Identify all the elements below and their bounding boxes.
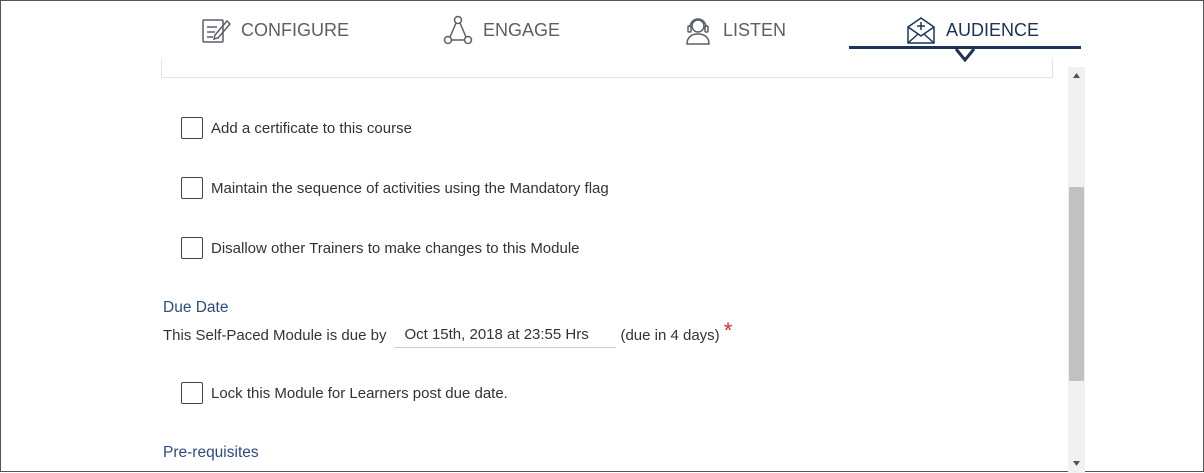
due-date-title: Due Date — [163, 299, 229, 316]
sequence-option[interactable]: Maintain the sequence of activities usin… — [181, 177, 609, 199]
certificate-checkbox[interactable] — [181, 117, 203, 139]
disallow-label: Disallow other Trainers to make changes … — [211, 239, 580, 257]
due-date-line: This Self-Paced Module is due by (due in… — [163, 318, 733, 349]
scroll-up-arrow-icon[interactable] — [1072, 71, 1081, 80]
previous-section-box — [161, 59, 1053, 78]
tab-engage[interactable]: ENGAGE — [443, 13, 560, 47]
tab-audience-label: AUDIENCE — [946, 19, 1040, 40]
due-date-note: (due in 4 days) — [620, 326, 720, 344]
tab-engage-label: ENGAGE — [483, 19, 561, 40]
disallow-option[interactable]: Disallow other Trainers to make changes … — [181, 237, 580, 259]
scrollbar-thumb[interactable] — [1069, 187, 1084, 381]
disallow-checkbox[interactable] — [181, 237, 203, 259]
lock-checkbox[interactable] — [181, 382, 203, 404]
tab-listen[interactable]: LISTEN — [683, 13, 786, 47]
due-date-prefix: This Self-Paced Module is due by — [163, 326, 387, 344]
tab-listen-label: LISTEN — [723, 19, 787, 40]
required-mark: * — [723, 318, 733, 343]
certificate-label: Add a certificate to this course — [211, 119, 412, 137]
sequence-checkbox[interactable] — [181, 177, 203, 199]
edit-icon — [201, 15, 231, 45]
sequence-label: Maintain the sequence of activities usin… — [211, 179, 609, 197]
mail-add-icon — [906, 15, 936, 45]
scroll-down-arrow-icon[interactable] — [1072, 459, 1081, 468]
due-date-input[interactable] — [394, 322, 617, 348]
tab-bar: CONFIGURE ENGAGE LISTEN AUDIENCE — [1, 1, 1204, 62]
lock-label: Lock this Module for Learners post due d… — [211, 384, 508, 402]
tab-audience[interactable]: AUDIENCE — [906, 13, 1039, 47]
lock-option[interactable]: Lock this Module for Learners post due d… — [181, 382, 508, 404]
headset-icon — [683, 15, 713, 45]
prerequisites-title: Pre-requisites — [163, 444, 259, 461]
tab-configure-label: CONFIGURE — [241, 19, 349, 40]
certificate-option[interactable]: Add a certificate to this course — [181, 117, 412, 139]
tab-configure[interactable]: CONFIGURE — [201, 13, 349, 47]
network-icon — [443, 15, 473, 45]
